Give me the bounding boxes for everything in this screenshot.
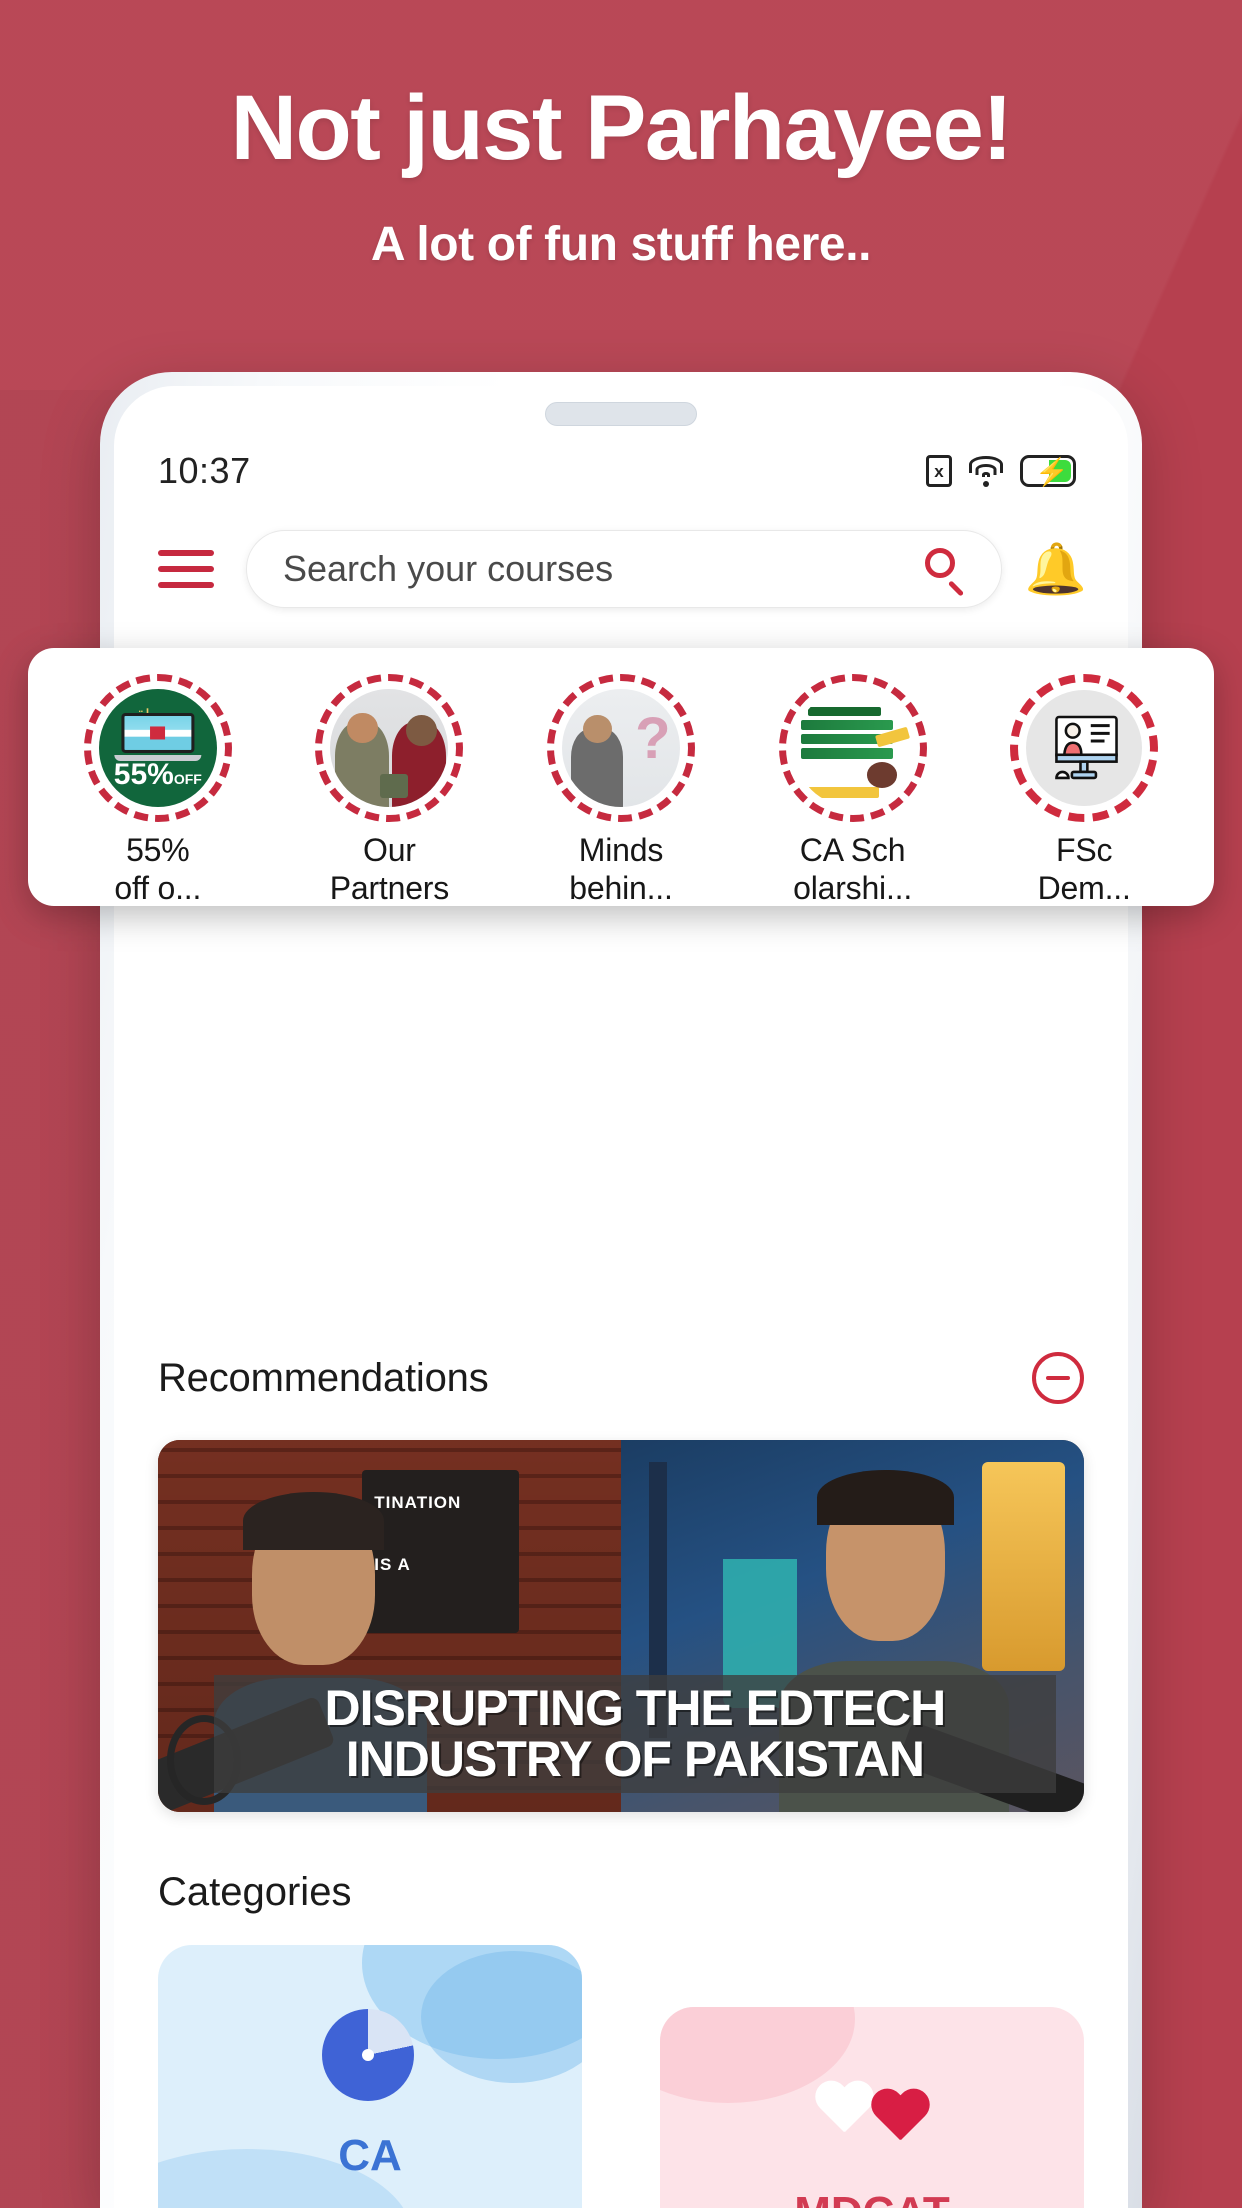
story-item-55-off[interactable]: پر مواقع 55%OFF 55% off o... [42, 674, 274, 908]
notification-bell-button[interactable]: 🔔 [1024, 541, 1088, 597]
no-sim-icon: x [926, 455, 952, 487]
home-content: Recommendations TINATION IS A DISRUPTING… [114, 1306, 1128, 2208]
app-bar: Search your courses 🔔 [114, 514, 1128, 624]
recommendations-header: Recommendations [158, 1306, 1084, 1404]
minus-circle-icon[interactable] [1032, 1352, 1084, 1404]
promo-text-block: Not just Parhayee! A lot of fun stuff he… [0, 0, 1242, 272]
category-column-right: MDCAT 167K students 32 courses [660, 2007, 1084, 2208]
search-input[interactable]: Search your courses [246, 530, 1002, 608]
promo-headline: Not just Parhayee! [230, 77, 1013, 179]
status-bar: 10:37 x ⚡ [114, 438, 1128, 504]
category-name: CA [338, 2131, 402, 2180]
ca-scholarship-thumb [793, 689, 912, 807]
story-label: FSc Dem... [1037, 832, 1131, 906]
stories-carousel: پر مواقع 55%OFF 55% off o... Our Partner… [28, 648, 1214, 906]
search-icon[interactable] [923, 546, 969, 597]
categories-title: Categories [158, 1870, 352, 1914]
minds-behind-thumb: ? [561, 689, 680, 807]
story-label: Our Partners [329, 832, 450, 906]
bell-icon: 🔔 [1024, 541, 1088, 597]
promo-subheadline: A lot of fun stuff here.. [370, 217, 872, 271]
story-ring [1010, 674, 1159, 822]
pie-chart-icon [322, 2009, 418, 2105]
categories-grid: CA 181K students 54 courses [158, 1945, 1084, 2208]
category-tile-ca[interactable]: CA [158, 1945, 582, 2208]
our-partners-thumb [330, 689, 449, 807]
promo-55-off-thumb: پر مواقع 55%OFF [98, 689, 217, 807]
story-ring: پر مواقع 55%OFF [83, 674, 232, 822]
category-tile-mdcat[interactable]: MDCAT [660, 2007, 1084, 2208]
hearts-pulse-icon [813, 2076, 931, 2162]
phone-earpiece-notch [545, 402, 697, 426]
story-item-fsc-demo[interactable]: FSc Dem... [968, 674, 1200, 908]
story-item-minds-behind[interactable]: ? Minds behin... [505, 674, 737, 908]
video-caption-line1: DISRUPTING THE EDTECH [324, 1680, 947, 1737]
story-label: Minds behin... [569, 832, 673, 906]
story-item-our-partners[interactable]: Our Partners [274, 674, 506, 908]
category-name: MDCAT [794, 2188, 950, 2208]
search-input-placeholder: Search your courses [283, 548, 614, 589]
story-item-ca-scholarship[interactable]: CA Sch olarshi... [737, 674, 969, 908]
story-ring [778, 674, 927, 822]
battery-charging-icon: ⚡ [1020, 455, 1076, 487]
video-caption-line2: INDUSTRY OF PAKISTAN [345, 1731, 925, 1788]
status-bar-time: 10:37 [158, 450, 251, 491]
category-column-left: CA 181K students 54 courses [158, 1945, 582, 2208]
fsc-demo-thumb [1026, 690, 1143, 806]
hamburger-menu-icon[interactable] [158, 550, 214, 588]
recommendations-title: Recommendations [158, 1355, 489, 1400]
online-lecture-icon [1055, 715, 1119, 780]
wifi-icon [968, 456, 1004, 487]
video-caption: DISRUPTING THE EDTECH INDUSTRY OF PAKIST… [213, 1675, 1057, 1794]
status-bar-icons: x ⚡ [926, 455, 1076, 487]
story-ring [315, 674, 464, 822]
story-label: 55% off o... [114, 832, 202, 906]
recommendation-video-card[interactable]: TINATION IS A DISRUPTING THE EDTECH INDU… [158, 1440, 1084, 1812]
story-ring: ? [546, 674, 695, 822]
story-label: CA Sch olarshi... [793, 832, 913, 906]
